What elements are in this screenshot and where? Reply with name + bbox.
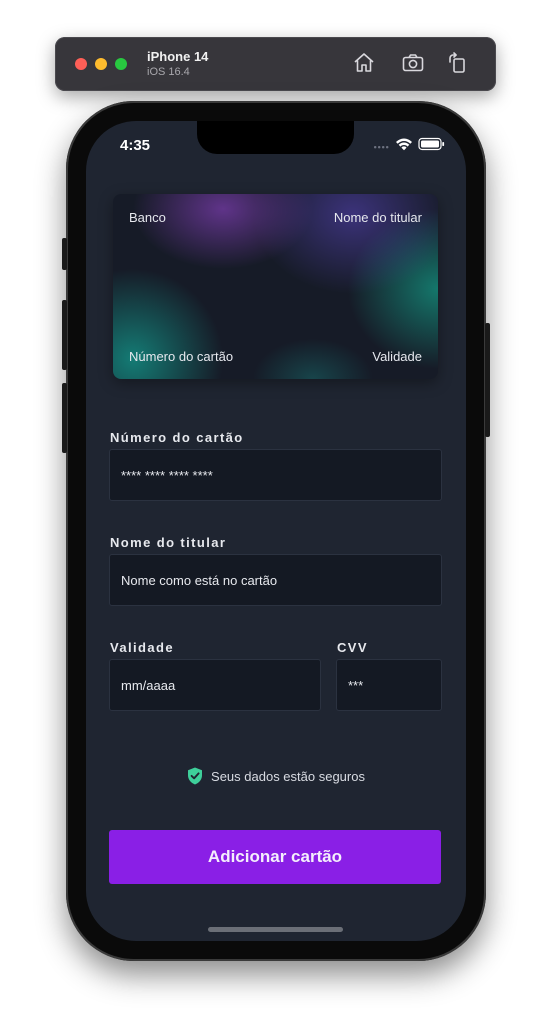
power-button: [485, 323, 490, 437]
screenshot-icon[interactable]: [401, 51, 425, 75]
card-number-field: [109, 449, 442, 501]
battery-icon: [418, 137, 445, 151]
simulator-toolbar: iPhone 14 iOS 16.4: [55, 37, 496, 91]
home-indicator[interactable]: [208, 927, 343, 932]
volume-up-button: [62, 300, 67, 370]
card-bank: Banco: [129, 210, 166, 225]
minimize-window-button[interactable]: [95, 58, 107, 70]
card-holder: Nome do titular: [333, 210, 422, 225]
shield-check-icon: [188, 767, 203, 785]
wifi-icon: [396, 138, 412, 151]
card-number-label: Número do cartão: [110, 430, 244, 445]
expiry-field: [109, 659, 321, 711]
holder-name-input[interactable]: [110, 555, 441, 605]
silent-switch: [62, 238, 67, 270]
card-expiry: Validade: [372, 349, 422, 364]
cvv-input[interactable]: [337, 660, 441, 710]
status-icons: [374, 137, 445, 151]
cvv-label: CVV: [337, 640, 368, 655]
card-preview: Banco Nome do titular Número do cartão V…: [113, 194, 438, 379]
close-window-button[interactable]: [75, 58, 87, 70]
rotate-icon[interactable]: [446, 51, 470, 75]
volume-down-button: [62, 383, 67, 453]
notch: [197, 121, 354, 154]
security-note: Seus dados estão seguros: [86, 767, 466, 790]
holder-name-field: [109, 554, 442, 606]
holder-name-label: Nome do titular: [110, 535, 227, 550]
security-note-text: Seus dados estão seguros: [211, 768, 365, 784]
card-number-input[interactable]: [110, 450, 441, 500]
home-icon[interactable]: [352, 51, 376, 75]
device-name: iPhone 14: [147, 49, 209, 64]
add-card-button[interactable]: Adicionar cartão: [109, 830, 441, 884]
status-time: 4:35: [120, 137, 151, 154]
signal-icon: [374, 146, 389, 149]
os-version: iOS 16.4: [147, 66, 190, 78]
zoom-window-button[interactable]: [115, 58, 127, 70]
phone-screen: 4:35 Banco Nome do titular Número do car…: [86, 121, 466, 941]
cvv-field: [336, 659, 442, 711]
expiry-input[interactable]: [110, 660, 320, 710]
expiry-label: Validade: [110, 640, 174, 655]
card-number: Número do cartão: [129, 349, 234, 364]
